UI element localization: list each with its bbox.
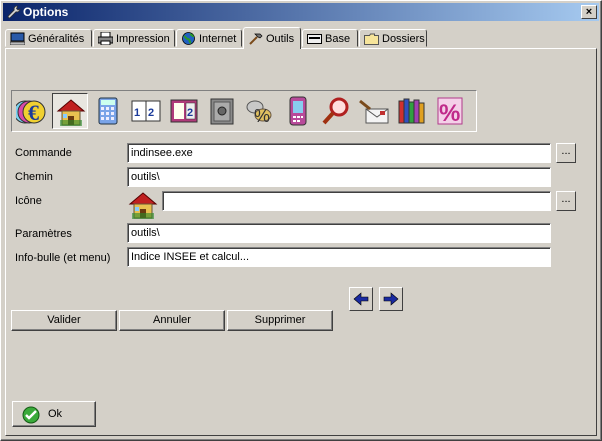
window-title: Options [23, 5, 69, 19]
svg-text:1: 1 [134, 107, 140, 119]
tab-dossiers[interactable]: Dossiers [359, 29, 427, 47]
supprimer-button[interactable]: Supprimer [227, 310, 333, 331]
tool-fraction-button[interactable]: 12 [128, 93, 164, 129]
svg-text:2: 2 [187, 107, 193, 119]
commande-browse-button[interactable]: ... [556, 143, 576, 163]
safe-icon [210, 98, 234, 125]
pda-icon [289, 96, 307, 126]
books-icon [398, 98, 425, 124]
envelope-icon [359, 99, 389, 124]
icone-browse-button[interactable]: ... [556, 191, 576, 211]
percent-icon: % [437, 97, 463, 127]
calculator-icon [98, 97, 118, 125]
ok-button[interactable]: Ok [12, 401, 96, 427]
computer-icon [10, 32, 25, 45]
wrench-icon [7, 5, 21, 19]
euro-icon: € [16, 100, 46, 125]
tab-internet[interactable]: Internet [176, 29, 242, 47]
tool-percent-button[interactable]: % [432, 93, 468, 129]
tab-impression[interactable]: Impression [93, 29, 175, 47]
arrow-left-icon [353, 292, 369, 306]
tab-outils[interactable]: Outils [243, 27, 301, 49]
tool-euro-button[interactable]: € [14, 93, 50, 129]
infobulle-field[interactable]: Indice INSEE et calcul... [127, 247, 551, 267]
tool-books-button[interactable] [394, 93, 430, 129]
checkmark-icon [22, 406, 40, 424]
svg-text:%: % [439, 100, 460, 127]
tab-base[interactable]: Base [302, 29, 358, 47]
globe-icon [182, 32, 195, 45]
move-right-button[interactable] [379, 287, 403, 311]
icone-label: Icône [15, 195, 42, 207]
commande-label: Commande [15, 147, 72, 159]
annuler-button[interactable]: Annuler [119, 310, 225, 331]
card-icon [307, 34, 322, 44]
tool-envelope-button[interactable] [356, 93, 392, 129]
chemin-field[interactable]: outils\ [127, 167, 551, 187]
tool-pda-button[interactable] [280, 93, 316, 129]
icone-preview-house-icon [128, 192, 158, 219]
svg-text:€: € [28, 100, 39, 125]
parametres-field[interactable]: outils\ [127, 223, 551, 243]
hammer-icon [249, 33, 263, 45]
tool-magnifier-button[interactable] [318, 93, 354, 129]
chemin-label: Chemin [15, 171, 53, 183]
close-button[interactable]: × [581, 5, 597, 19]
folder-icon [364, 33, 379, 45]
infobulle-label: Info-bulle (et menu) [15, 252, 111, 264]
svg-text:2: 2 [148, 107, 154, 119]
tool-calculator2-button[interactable]: 2 [166, 93, 202, 129]
magnifier-icon [322, 97, 349, 125]
icone-field[interactable] [162, 191, 551, 211]
commande-field[interactable]: indinsee.exe [127, 143, 551, 163]
printer-icon [98, 32, 113, 45]
fraction-book-icon: 12 [131, 100, 161, 122]
tab-generalites[interactable]: Généralités [5, 29, 92, 47]
options-window: Options × Généralités Impression Interne… [0, 0, 602, 441]
move-left-button[interactable] [349, 287, 373, 311]
arrow-right-icon [383, 292, 399, 306]
percent-coins-icon: % [246, 100, 272, 126]
house-icon [56, 99, 86, 126]
svg-text:%: % [254, 106, 270, 126]
ok-label: Ok [48, 408, 63, 420]
tool-calculator-button[interactable] [90, 93, 126, 129]
tool-house-button[interactable] [52, 93, 88, 129]
title-bar[interactable]: Options × [3, 3, 599, 21]
calculator-icon-2: 2 [170, 99, 198, 123]
tool-icon-bar: € 12 2 % % [11, 90, 477, 132]
valider-button[interactable]: Valider [11, 310, 117, 331]
tool-percent-coins-button[interactable]: % [242, 93, 278, 129]
tool-safe-button[interactable] [204, 93, 240, 129]
parametres-label: Paramètres [15, 228, 72, 240]
